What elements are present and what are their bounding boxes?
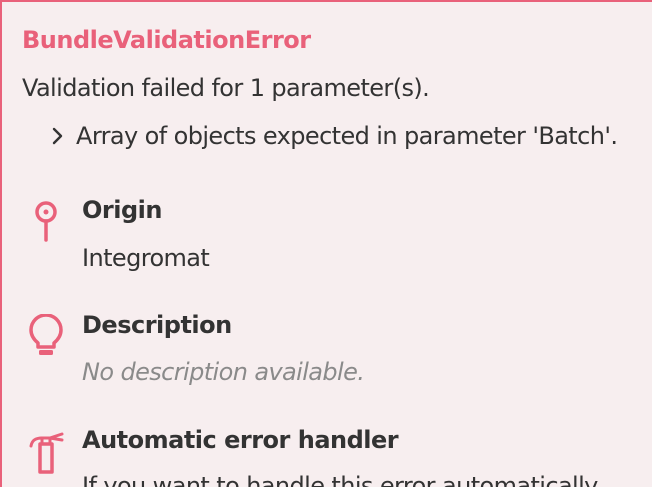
origin-heading: Origin — [82, 196, 162, 224]
error-title: BundleValidationError — [22, 26, 311, 54]
origin-value: Integromat — [82, 244, 210, 272]
error-detail-text: Array of objects expected in parameter '… — [76, 122, 618, 150]
error-detail-item: Array of objects expected in parameter '… — [52, 122, 618, 150]
description-heading: Description — [82, 311, 232, 339]
chevron-right-icon — [52, 127, 63, 145]
description-value: No description available. — [82, 358, 365, 386]
error-summary: Validation failed for 1 parameter(s). — [22, 74, 430, 102]
lightbulb-icon — [29, 314, 63, 355]
pin-icon — [35, 201, 57, 242]
handler-heading: Automatic error handler — [82, 426, 399, 454]
fire-extinguisher-icon — [29, 432, 64, 474]
handler-text: If you want to handle this error automat… — [82, 472, 605, 487]
error-panel: BundleValidationError Validation failed … — [0, 0, 652, 487]
